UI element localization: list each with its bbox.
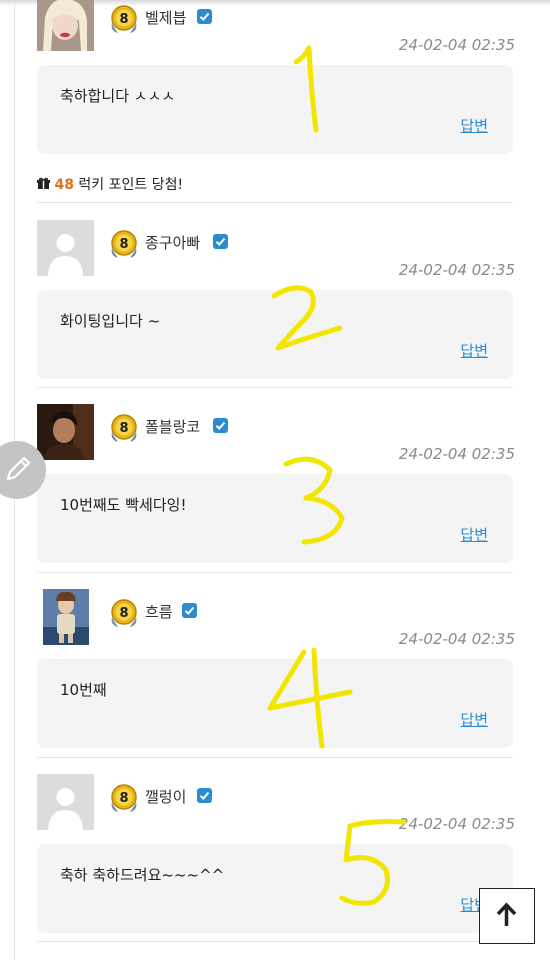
scroll-to-top-button[interactable] xyxy=(479,888,535,944)
verified-check-icon xyxy=(197,9,212,24)
lucky-text: 럭키 포인트 당첨! xyxy=(73,177,184,193)
level-badge-icon: 8 xyxy=(111,784,137,812)
comment-text: 10번째 xyxy=(60,681,107,699)
avatar[interactable] xyxy=(37,0,94,51)
reply-link[interactable]: 답변 xyxy=(460,709,488,730)
svg-text:8: 8 xyxy=(119,421,128,436)
reply-link[interactable]: 답변 xyxy=(460,115,488,136)
timestamp: 24-02-04 02:35 xyxy=(398,630,515,648)
level-badge-icon: 8 xyxy=(111,414,137,442)
divider xyxy=(37,387,513,388)
svg-text:8: 8 xyxy=(119,606,128,621)
author-name[interactable]: 폴블랑코 xyxy=(145,416,200,437)
author-name[interactable]: 벨제븝 xyxy=(145,7,186,28)
reply-link[interactable]: 답변 xyxy=(460,340,488,361)
level-badge-icon: 8 xyxy=(111,599,137,627)
svg-text:8: 8 xyxy=(119,237,128,252)
comment-text: 10번째도 빡세다잉! xyxy=(60,496,187,514)
pencil-icon xyxy=(6,456,31,481)
comment-bubble: 화이팅입니다 ~ 답변 xyxy=(37,290,513,379)
comment-bubble: 10번째도 빡세다잉! 답변 xyxy=(37,474,513,563)
write-button[interactable] xyxy=(0,441,46,499)
comment-text: 축하 축하드려요~~~^^ xyxy=(60,866,225,884)
comment-text: 화이팅입니다 ~ xyxy=(60,312,161,330)
author-name[interactable]: 깰렁이 xyxy=(145,786,186,807)
timestamp: 24-02-04 02:35 xyxy=(398,36,515,54)
timestamp: 24-02-04 02:35 xyxy=(398,261,515,279)
avatar[interactable] xyxy=(37,774,94,830)
divider xyxy=(37,572,513,573)
comment-text: 축하합니다 ㅅㅅㅅ xyxy=(60,87,176,105)
verified-check-icon xyxy=(197,788,212,803)
comment-bubble: 축하합니다 ㅅㅅㅅ 답변 xyxy=(37,65,513,154)
author-name[interactable]: 종구아빠 xyxy=(145,232,200,253)
timestamp: 24-02-04 02:35 xyxy=(398,815,515,833)
verified-check-icon xyxy=(213,234,228,249)
comment-bubble: 10번째 답변 xyxy=(37,659,513,748)
verified-check-icon xyxy=(182,603,197,618)
avatar[interactable] xyxy=(37,220,94,276)
timestamp: 24-02-04 02:35 xyxy=(398,445,515,463)
level-badge-icon: 8 xyxy=(111,5,137,33)
svg-text:8: 8 xyxy=(119,12,128,27)
avatar[interactable] xyxy=(37,589,94,645)
level-badge-icon: 8 xyxy=(111,230,137,258)
reply-link[interactable]: 답변 xyxy=(460,524,488,545)
verified-check-icon xyxy=(213,418,228,433)
lucky-points: 48 xyxy=(54,177,74,193)
gift-icon xyxy=(37,177,50,189)
comment-bubble: 축하 축하드려요~~~^^ 답변 xyxy=(37,844,513,933)
arrow-up-icon xyxy=(496,902,517,926)
divider xyxy=(37,757,513,758)
author-name[interactable]: 흐름 xyxy=(145,601,173,622)
divider xyxy=(37,941,513,942)
divider xyxy=(37,202,513,203)
lucky-point-notice: 48 럭키 포인트 당첨! xyxy=(37,174,183,194)
svg-text:8: 8 xyxy=(119,791,128,806)
